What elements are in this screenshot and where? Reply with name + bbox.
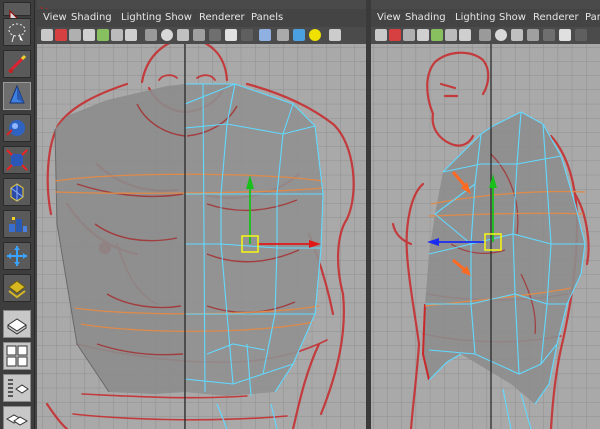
show-manipulator-icon[interactable] [3,242,31,270]
single-pane-layout-icon[interactable] [3,310,31,338]
smooth-shade-icon-right[interactable] [495,29,507,41]
camera-attributes-icon[interactable] [55,29,67,41]
shadows-icon[interactable] [241,29,253,41]
menu-view[interactable]: View [43,12,67,23]
use-all-lights-icon[interactable] [225,29,237,41]
bookmark-icon-right[interactable] [403,29,415,41]
wireframe-icon[interactable] [145,29,157,41]
menu-shading[interactable]: Shading [71,12,112,23]
textured-icon-right[interactable] [527,29,539,41]
film-gate-icon[interactable] [111,29,123,41]
use-default-lighting-icon[interactable] [209,29,221,41]
last-tool-icon[interactable] [3,274,31,302]
soft-modify-icon[interactable] [3,210,31,238]
menu-show-right[interactable]: Show [499,12,526,23]
front-panel-menubar: View Shading Lighting Show Renderer Pane… [37,9,366,27]
lasso-tool-icon[interactable] [3,18,31,46]
four-pane-layout-icon[interactable] [3,342,31,370]
front-viewport[interactable] [37,44,366,429]
smooth-shade-icon[interactable] [161,29,173,41]
image-plane-icon[interactable] [83,29,95,41]
wireframe-on-shaded-icon[interactable] [177,29,189,41]
film-gate-icon-right[interactable] [445,29,457,41]
camera-attributes-icon-right[interactable] [389,29,401,41]
panel-top-strip-right [371,0,600,9]
scale-tool-icon[interactable] [3,146,31,174]
grid-toggle-icon-right[interactable] [431,29,443,41]
wireframe-on-shaded-icon-right[interactable] [511,29,523,41]
panel-top-strip [37,0,366,15]
isolate-select-icon[interactable] [277,29,289,41]
image-plane-icon-right[interactable] [417,29,429,41]
menu-renderer-right[interactable]: Renderer [533,12,579,23]
select-camera-icon[interactable] [41,29,53,41]
side-panel-iconbar [371,27,600,45]
shadows-icon-right[interactable] [575,29,587,41]
menu-lighting[interactable]: Lighting [121,12,161,23]
bookmark-icon[interactable] [69,29,81,41]
wireframe-icon-right[interactable] [479,29,491,41]
universal-manipulator-icon[interactable] [3,178,31,206]
menu-shading-right[interactable]: Shading [405,12,446,23]
menu-lighting-right[interactable]: Lighting [455,12,495,23]
textured-icon[interactable] [193,29,205,41]
use-default-lighting-icon-right[interactable] [543,29,555,41]
use-all-lights-icon-right[interactable] [559,29,571,41]
side-viewport[interactable] [371,44,600,429]
menu-panels[interactable]: Panels [251,12,283,23]
move-tool-icon[interactable] [3,82,31,110]
paint-tool-icon[interactable] [3,50,31,78]
front-view-panel: View Shading Lighting Show Renderer Pane… [37,0,366,429]
menu-renderer[interactable]: Renderer [199,12,245,23]
menu-view-right[interactable]: View [377,12,401,23]
outliner-layout-icon[interactable] [3,374,31,402]
grid-toggle-icon[interactable] [97,29,109,41]
rotate-tool-icon[interactable] [3,114,31,142]
torso-mesh[interactable] [54,84,323,396]
backface-icon[interactable] [293,29,305,41]
front-panel-iconbar [37,27,366,45]
resolution-gate-icon-right[interactable] [459,29,471,41]
two-pane-layout-icon[interactable] [3,406,31,429]
toolbox [0,0,35,429]
lighting-sun-icon[interactable] [309,29,321,41]
xray-icon[interactable] [259,29,271,41]
side-viewport-canvas [371,44,600,429]
side-panel-menubar: View Shading Lighting Show Renderer Pane… [371,9,600,27]
menu-show[interactable]: Show [165,12,192,23]
side-view-panel: View Shading Lighting Show Renderer Pane… [371,0,600,429]
maya-workspace: View Shading Lighting Show Renderer Pane… [0,0,600,429]
select-camera-icon-right[interactable] [375,29,387,41]
select-tool-icon[interactable] [3,2,31,20]
menu-panels-right[interactable]: Panels [585,12,600,23]
front-viewport-canvas [37,44,366,429]
resolution-gate-icon[interactable] [125,29,137,41]
high-quality-icon[interactable] [329,29,341,41]
